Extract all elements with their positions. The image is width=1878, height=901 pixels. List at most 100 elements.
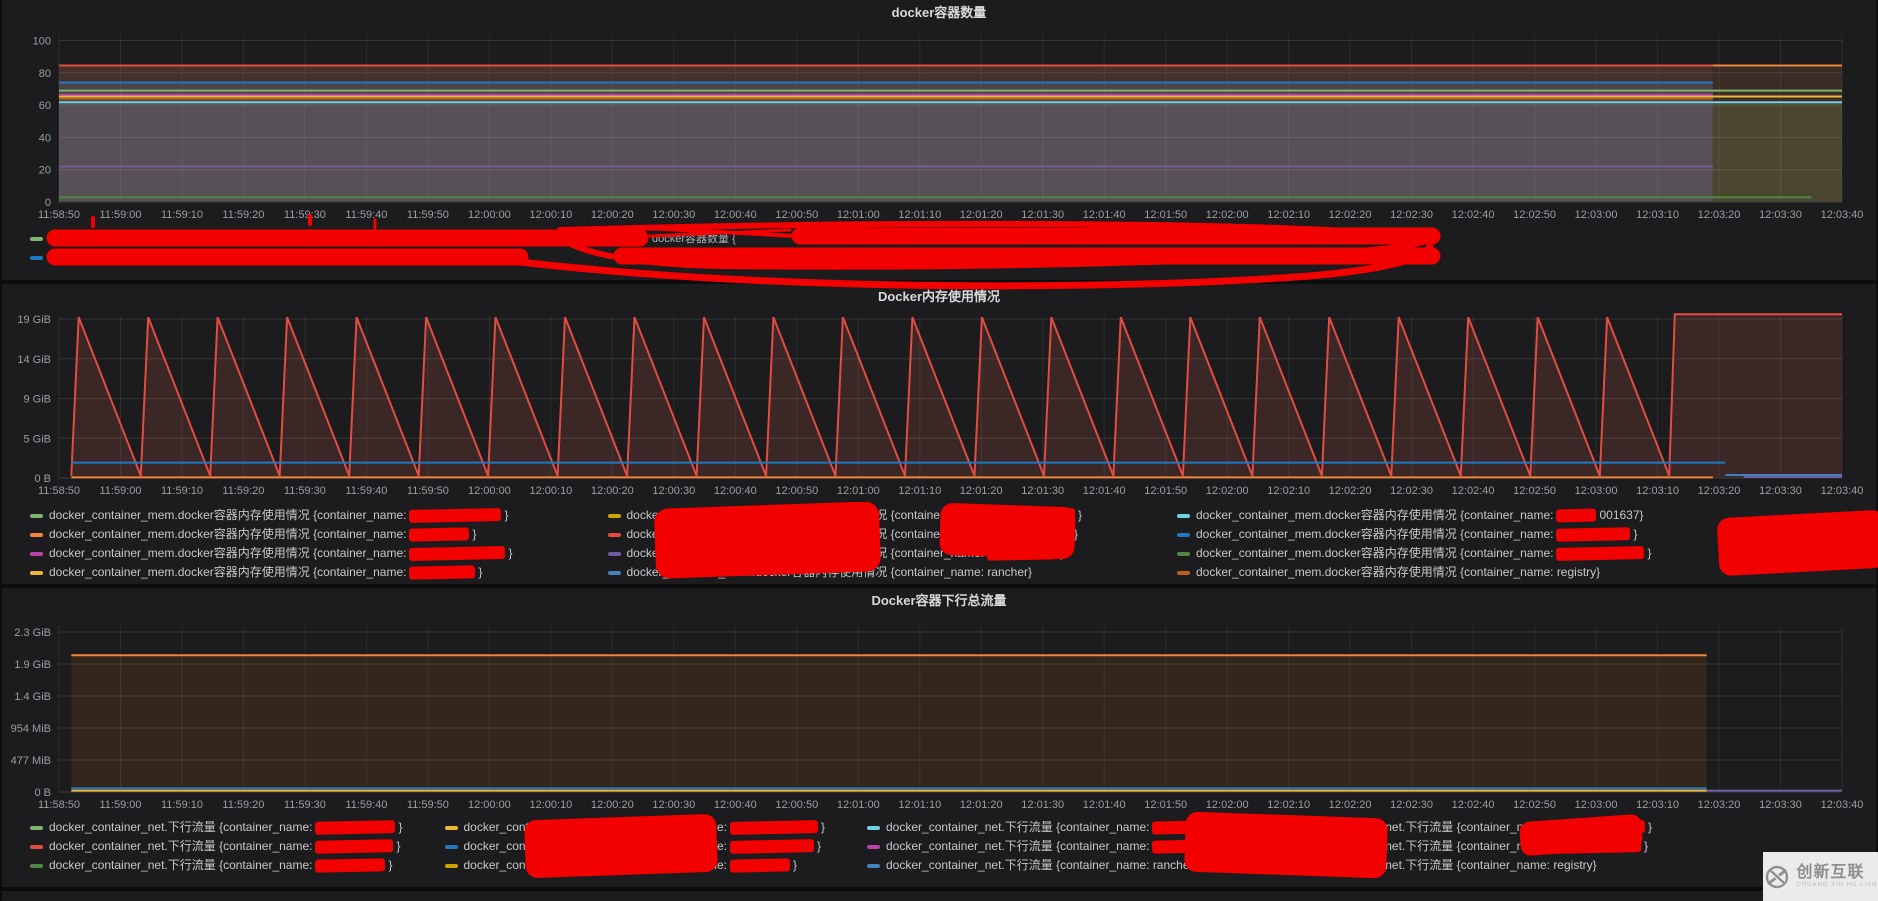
redaction-mark bbox=[315, 820, 395, 835]
y-tick-label: 1.9 GiB bbox=[14, 659, 51, 671]
legend-label-suffix: } bbox=[821, 820, 825, 835]
legend-series-marker bbox=[867, 864, 880, 868]
x-tick-label: 11:59:30 bbox=[284, 799, 326, 811]
x-tick-label: 11:59:40 bbox=[345, 485, 387, 497]
legend-item[interactable]: docker_container_net.下行流量 {container_nam… bbox=[1268, 839, 1653, 854]
legend-item[interactable]: docker_container_mem.docker容器内存使用情况 {con… bbox=[608, 546, 1083, 561]
legend-item[interactable]: docker_container_net.下行流量 {container_nam… bbox=[867, 858, 1226, 873]
legend-series-marker bbox=[30, 845, 43, 849]
panel-title[interactable]: docker容器数量 bbox=[2, 0, 1876, 26]
legend-series-marker bbox=[867, 826, 880, 830]
legend-item[interactable]: docker_container_net.下行流量 {container_nam… bbox=[445, 839, 826, 854]
x-tick-label: 12:02:20 bbox=[1329, 799, 1372, 811]
legend-item[interactable]: docker_container_mem.docker容器内存使用情况 {con… bbox=[608, 527, 1083, 542]
docker-net-down-chart-area[interactable]: 11:58:5011:59:0011:59:1011:59:2011:59:30… bbox=[2, 618, 1876, 823]
legend-label: docker_container_net.下行流量 {container_nam… bbox=[1287, 858, 1597, 873]
x-tick-label: 12:01:00 bbox=[837, 485, 880, 497]
x-tick-label: 12:03:10 bbox=[1636, 485, 1679, 497]
legend-item[interactable]: do bbox=[30, 229, 62, 248]
legend-series-marker bbox=[1177, 533, 1190, 537]
legend-item[interactable]: docker_container_mem.docker容器内存使用情况 {con… bbox=[1177, 546, 1652, 561]
watermark-sub: CHUANG XIN HU LIAN bbox=[1796, 882, 1877, 889]
redaction-mark bbox=[409, 546, 505, 561]
legend-item[interactable]: docker_container_mem.docker容器内存使用情况 {con… bbox=[30, 508, 513, 523]
legend-label-suffix: } bbox=[396, 839, 400, 854]
redaction-mark bbox=[730, 820, 818, 835]
x-tick-label: 12:00:50 bbox=[775, 485, 818, 497]
legend-label: docker_container_net.下行流量 {container_nam… bbox=[1287, 839, 1550, 854]
legend-item[interactable]: docker_container_mem.docker容器内存使用情况 {con… bbox=[30, 565, 513, 580]
legend-label-suffix: } bbox=[1633, 527, 1637, 542]
redaction-mark bbox=[1556, 546, 1644, 561]
legend-item[interactable]: docker_container_mem.docker容器内存使用情况 {con… bbox=[1177, 565, 1652, 580]
x-tick-label: 12:02:00 bbox=[1206, 799, 1249, 811]
legend-item[interactable]: docker_container_net.下行流量 {container_nam… bbox=[867, 820, 1226, 835]
x-tick-label: 12:00:20 bbox=[591, 209, 634, 221]
y-tick-label: 0 B bbox=[34, 473, 51, 485]
legend-label: docker_container_net.下行流量 {container_nam… bbox=[886, 820, 1149, 835]
legend-item[interactable]: docker_container_mem.docker容器内存使用情况 {con… bbox=[608, 508, 1083, 523]
legend-label-suffix: } bbox=[1647, 546, 1651, 561]
x-tick-label: 12:00:40 bbox=[714, 799, 757, 811]
legend-label-suffix: 001637} bbox=[1599, 508, 1643, 523]
x-tick-label: 12:00:50 bbox=[775, 209, 818, 221]
x-tick-label: 12:02:40 bbox=[1452, 485, 1495, 497]
x-tick-label: 12:01:10 bbox=[898, 209, 941, 221]
x-tick-label: 11:58:50 bbox=[38, 209, 80, 221]
x-tick-label: 12:03:40 bbox=[1821, 799, 1864, 811]
legend-item[interactable]: docker_container_net.下行流量 {container_nam… bbox=[30, 839, 403, 854]
x-tick-label: 11:59:40 bbox=[345, 799, 387, 811]
redaction-mark bbox=[315, 839, 393, 854]
x-tick-label: 12:00:30 bbox=[652, 485, 695, 497]
x-tick-label: 12:00:20 bbox=[591, 485, 634, 497]
x-tick-label: 12:01:50 bbox=[1144, 485, 1187, 497]
x-tick-label: 12:01:40 bbox=[1083, 209, 1126, 221]
x-tick-label: 12:00:30 bbox=[652, 209, 695, 221]
x-tick-label: 12:01:40 bbox=[1083, 799, 1126, 811]
legend-item[interactable]: docker_container_mem.docker容器内存使用情况 {con… bbox=[1177, 527, 1652, 542]
legend-item[interactable]: docker_container_net.下行流量 {container_nam… bbox=[1268, 858, 1653, 873]
docker-count-chart-area[interactable]: 11:58:5011:59:0011:59:1011:59:2011:59:30… bbox=[2, 26, 1876, 227]
legend-label: docker_container_mem.docker容器内存使用情况 {con… bbox=[627, 546, 984, 561]
legend-item[interactable]: docker_container_mem.docker容器内存使用情况 {con… bbox=[608, 565, 1083, 580]
legend-label-fragment: do bbox=[49, 231, 62, 246]
legend-series-marker bbox=[30, 533, 43, 537]
legend-label-suffix: } bbox=[817, 839, 821, 854]
redaction-mark bbox=[409, 565, 475, 579]
panel-title[interactable]: Docker内存使用情况 bbox=[2, 284, 1876, 310]
legend-label-suffix: } bbox=[508, 546, 512, 561]
x-tick-label: 12:01:00 bbox=[837, 799, 880, 811]
legend-item[interactable]: docker_container_mem.docker容器内存使用情况 {con… bbox=[30, 546, 513, 561]
legend-item[interactable]: docker_container_net.下行流量 {container_nam… bbox=[445, 820, 826, 835]
x-tick-label: 11:59:30 bbox=[284, 485, 326, 497]
x-tick-label: 12:00:30 bbox=[652, 799, 695, 811]
legend-series-marker bbox=[445, 845, 458, 849]
series-fill bbox=[71, 314, 1842, 478]
legend-docker-mem: docker_container_mem.docker容器内存使用情况 {con… bbox=[30, 508, 1652, 580]
legend-label: docker_container_mem.docker容器内存使用情况 {con… bbox=[627, 508, 984, 523]
legend-docker-net-down: docker_container_net.下行流量 {container_nam… bbox=[30, 820, 1652, 873]
x-tick-label: 12:01:10 bbox=[898, 485, 941, 497]
x-tick-label: 12:03:30 bbox=[1759, 209, 1802, 221]
legend-item[interactable]: docker_container_net.下行流量 {container_nam… bbox=[867, 839, 1226, 854]
panel-title[interactable]: Docker容器下行总流量 bbox=[2, 588, 1876, 614]
legend-item[interactable]: docker_container_mem.docker容器内存使用情况 {con… bbox=[1177, 508, 1652, 523]
y-tick-label: 477 MiB bbox=[11, 755, 51, 767]
legend-series-marker bbox=[445, 826, 458, 830]
x-tick-label: 12:02:00 bbox=[1206, 209, 1249, 221]
legend-item[interactable]: docker_container_mem.docker容器内存使用情况 {con… bbox=[30, 527, 513, 542]
legend-label: docker_container_mem.docker容器内存使用情况 {con… bbox=[1196, 527, 1553, 542]
legend-label: docker_container_mem.docker容器内存使用情况 {con… bbox=[49, 527, 406, 542]
legend-item[interactable]: d bbox=[30, 248, 62, 267]
x-tick-label: 11:59:10 bbox=[161, 799, 203, 811]
docker-net-down-svg: 11:58:5011:59:0011:59:1011:59:2011:59:30… bbox=[2, 618, 1876, 818]
legend-item[interactable]: docker_container_net.下行流量 {container_nam… bbox=[1268, 820, 1653, 835]
docker-mem-chart-area[interactable]: 11:58:5011:59:0011:59:1011:59:2011:59:30… bbox=[2, 310, 1876, 511]
legend-item[interactable]: docker_container_net.下行流量 {container_nam… bbox=[30, 858, 403, 873]
x-tick-label: 12:03:40 bbox=[1821, 209, 1864, 221]
legend-item[interactable]: docker_container_net.下行流量 {container_nam… bbox=[445, 858, 826, 873]
x-tick-label: 12:02:30 bbox=[1390, 209, 1433, 221]
legend-label: docker_container_mem.docker容器内存使用情况 {con… bbox=[627, 527, 984, 542]
redaction-mark bbox=[1152, 839, 1218, 853]
legend-item[interactable]: docker_container_net.下行流量 {container_nam… bbox=[30, 820, 403, 835]
